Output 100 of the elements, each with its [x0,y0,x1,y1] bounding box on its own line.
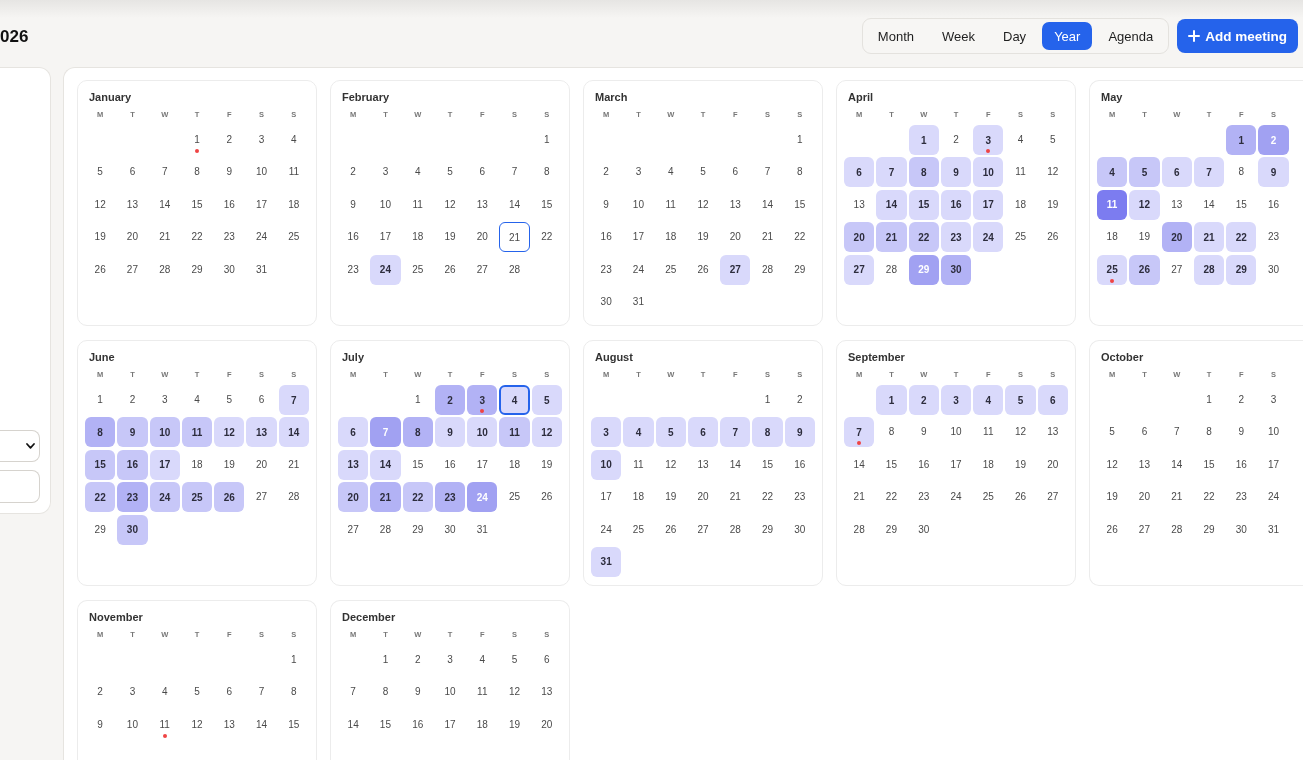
day-number[interactable]: 8 [888,426,895,439]
day-number[interactable]: 21 [853,491,865,504]
day-number[interactable]: 2 [953,134,959,146]
day-number[interactable]: 17 [476,458,488,471]
day-number[interactable]: 21 [288,458,300,471]
day-cell[interactable]: 9 [784,417,815,448]
day-number[interactable]: 26 [1047,231,1059,244]
day-cell[interactable]: 21 [370,482,401,513]
day-number[interactable]: 26 [1106,523,1118,536]
day-number[interactable]: 27 [1138,523,1150,536]
day-number[interactable]: 4 [291,134,297,146]
add-meeting-button[interactable]: Add meeting [1177,19,1298,53]
day-number[interactable]: 3 [1270,394,1277,406]
day-cell[interactable]: 26 [1129,254,1160,285]
day-number[interactable]: 25 [412,263,424,276]
day-number[interactable]: 6 [544,654,550,666]
day-number[interactable]: 20 [256,458,268,471]
day-cell[interactable]: 20 [338,482,369,513]
day-cell[interactable]: 2 [434,385,466,415]
day-cell[interactable]: 5 [531,385,562,415]
day-number[interactable]: 8 [1206,426,1212,439]
day-number[interactable]: 4 [194,394,200,406]
day-number[interactable]: 28 [159,263,171,276]
day-cell[interactable]: 29 [1226,254,1257,285]
day-number[interactable]: 18 [288,198,300,211]
day-cell[interactable]: 8 [908,157,939,188]
day-cell[interactable]: 7 [876,157,907,188]
day-number[interactable]: 30 [794,523,806,536]
day-number[interactable]: 3 [129,686,136,699]
day-number[interactable]: 26 [697,263,709,276]
day-number[interactable]: 8 [797,166,803,179]
day-number[interactable]: 15 [885,458,897,471]
day-number[interactable]: 27 [1047,491,1059,504]
day-number[interactable]: 17 [444,718,456,731]
day-cell[interactable]: 2 [908,385,939,415]
day-number[interactable]: 26 [541,491,553,504]
day-cell[interactable]: 7 [844,417,875,448]
view-tab[interactable]: Week [930,22,987,50]
day-number[interactable]: 21 [729,491,741,504]
day-cell[interactable]: 16 [117,449,148,480]
day-number[interactable]: 19 [1015,458,1027,471]
day-number[interactable]: 18 [982,458,994,471]
day-number[interactable]: 2 [350,166,356,179]
day-number[interactable]: 1 [414,394,421,406]
day-number[interactable]: 16 [1268,198,1280,211]
day-number[interactable]: 15 [762,458,774,471]
day-cell[interactable]: 10 [467,417,498,448]
day-number[interactable]: 5 [447,166,453,179]
day-cell[interactable]: 22 [85,482,116,513]
day-number[interactable]: 1 [291,654,297,666]
day-number[interactable]: 18 [1106,231,1118,244]
day-number[interactable]: 22 [794,231,806,244]
day-number[interactable]: 29 [794,263,806,276]
day-cell[interactable]: 3 [940,385,972,415]
day-number[interactable]: 31 [256,263,268,276]
day-number[interactable]: 25 [1015,231,1027,244]
day-cell[interactable]: 3 [591,417,622,448]
day-cell[interactable]: 23 [434,482,466,513]
day-number[interactable]: 13 [1171,198,1183,211]
day-number[interactable]: 7 [511,166,518,179]
day-number[interactable]: 6 [1141,426,1148,439]
day-number[interactable]: 31 [632,295,644,308]
day-number[interactable]: 4 [479,654,486,666]
day-number[interactable]: 13 [1047,426,1059,439]
day-number[interactable]: 10 [950,426,962,439]
day-cell[interactable]: 24 [149,482,180,513]
dropdown-field[interactable] [0,430,40,462]
day-number[interactable]: 18 [191,458,203,471]
day-number[interactable]: 11 [1015,166,1026,179]
day-number[interactable]: 19 [697,231,709,244]
day-number[interactable]: 9 [226,166,233,179]
day-cell[interactable]: 14 [370,449,401,480]
day-cell[interactable]: 12 [1129,189,1160,220]
day-number[interactable]: 18 [632,491,644,504]
day-cell[interactable]: 17 [149,449,180,480]
text-field[interactable] [0,470,40,503]
day-number[interactable]: 21 [159,231,171,244]
day-cell[interactable]: 4 [499,385,530,415]
day-number[interactable]: 18 [509,458,521,471]
day-number[interactable]: 4 [161,686,168,699]
day-number[interactable]: 17 [600,491,612,504]
day-number[interactable]: 28 [762,263,774,276]
day-number[interactable]: 9 [603,198,609,211]
day-number[interactable]: 28 [288,491,300,504]
day-cell[interactable]: 25 [181,482,213,513]
day-number[interactable]: 11 [665,198,676,211]
day-cell[interactable]: 15 [85,449,116,480]
day-number[interactable]: 10 [632,198,644,211]
day-number[interactable]: 1 [797,134,803,146]
day-number[interactable]: 12 [1047,166,1059,179]
day-cell[interactable]: 11 [499,417,530,448]
day-cell[interactable]: 21 [499,222,530,253]
day-number[interactable]: 2 [603,166,609,179]
day-number[interactable]: 25 [982,491,994,504]
day-number[interactable]: 20 [1138,491,1150,504]
day-number[interactable]: 5 [700,166,706,179]
day-cell[interactable]: 24 [973,222,1004,253]
day-number[interactable]: 7 [1173,426,1180,439]
day-number[interactable]: 15 [1203,458,1215,471]
day-number[interactable]: 28 [729,523,741,536]
